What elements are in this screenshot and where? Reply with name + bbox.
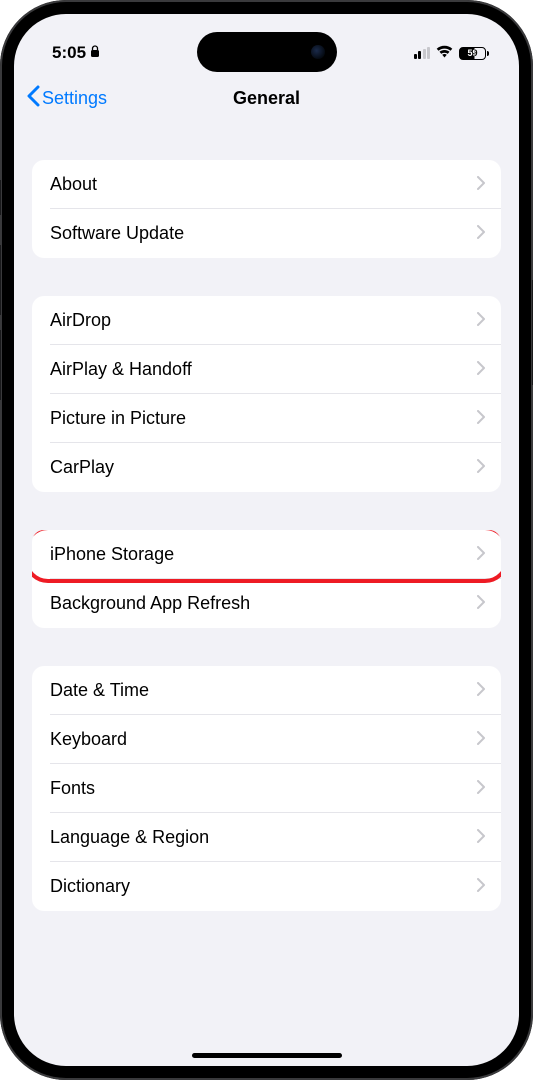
settings-section: Date & Time Keyboard Fonts Language & Re… [32, 666, 501, 911]
chevron-right-icon [477, 827, 485, 848]
cellular-signal-icon [414, 47, 431, 59]
row-background-app-refresh[interactable]: Background App Refresh [32, 579, 501, 628]
chevron-right-icon [477, 544, 485, 565]
status-time: 5:05 [52, 43, 86, 63]
row-label: Date & Time [50, 680, 149, 701]
wifi-icon [436, 43, 453, 63]
row-label: Keyboard [50, 729, 127, 750]
row-label: Picture in Picture [50, 408, 186, 429]
row-label: AirPlay & Handoff [50, 359, 192, 380]
row-airdrop[interactable]: AirDrop [32, 296, 501, 345]
chevron-right-icon [477, 876, 485, 897]
row-label: iPhone Storage [50, 544, 174, 565]
settings-section: About Software Update [32, 160, 501, 258]
chevron-right-icon [477, 457, 485, 478]
camera-icon [311, 45, 325, 59]
chevron-right-icon [477, 729, 485, 750]
nav-bar: Settings General [14, 74, 519, 122]
page-title: General [233, 88, 300, 109]
row-label: AirDrop [50, 310, 111, 331]
row-label: Dictionary [50, 876, 130, 897]
row-label: Background App Refresh [50, 593, 250, 614]
row-airplay-handoff[interactable]: AirPlay & Handoff [32, 345, 501, 394]
dynamic-island [197, 32, 337, 72]
side-button [0, 180, 1, 215]
settings-content: About Software Update AirDrop AirPlay & … [14, 122, 519, 911]
row-keyboard[interactable]: Keyboard [32, 715, 501, 764]
row-about[interactable]: About [32, 160, 501, 209]
chevron-right-icon [477, 778, 485, 799]
back-label: Settings [42, 88, 107, 109]
back-button[interactable]: Settings [26, 85, 107, 112]
row-label: CarPlay [50, 457, 114, 478]
status-right: 59 [414, 43, 490, 63]
row-label: About [50, 174, 97, 195]
row-carplay[interactable]: CarPlay [32, 443, 501, 492]
settings-section: AirDrop AirPlay & Handoff Picture in Pic… [32, 296, 501, 492]
row-dictionary[interactable]: Dictionary [32, 862, 501, 911]
chevron-right-icon [477, 310, 485, 331]
side-button [0, 330, 1, 400]
settings-section: iPhone Storage Background App Refresh [32, 530, 501, 628]
row-iphone-storage[interactable]: iPhone Storage [32, 530, 501, 579]
side-button [0, 245, 1, 315]
chevron-right-icon [477, 593, 485, 614]
chevron-right-icon [477, 359, 485, 380]
row-picture-in-picture[interactable]: Picture in Picture [32, 394, 501, 443]
orientation-lock-icon [90, 43, 100, 63]
row-date-time[interactable]: Date & Time [32, 666, 501, 715]
row-fonts[interactable]: Fonts [32, 764, 501, 813]
chevron-right-icon [477, 174, 485, 195]
battery-icon: 59 [459, 47, 489, 60]
row-language-region[interactable]: Language & Region [32, 813, 501, 862]
row-label: Fonts [50, 778, 95, 799]
row-label: Language & Region [50, 827, 209, 848]
chevron-right-icon [477, 408, 485, 429]
row-software-update[interactable]: Software Update [32, 209, 501, 258]
status-left: 5:05 [52, 43, 100, 63]
chevron-right-icon [477, 680, 485, 701]
battery-level: 59 [467, 48, 477, 58]
chevron-right-icon [477, 223, 485, 244]
row-label: Software Update [50, 223, 184, 244]
screen: 5:05 59 [14, 14, 519, 1066]
phone-frame: 5:05 59 [0, 0, 533, 1080]
home-indicator[interactable] [192, 1053, 342, 1058]
chevron-left-icon [26, 85, 40, 112]
